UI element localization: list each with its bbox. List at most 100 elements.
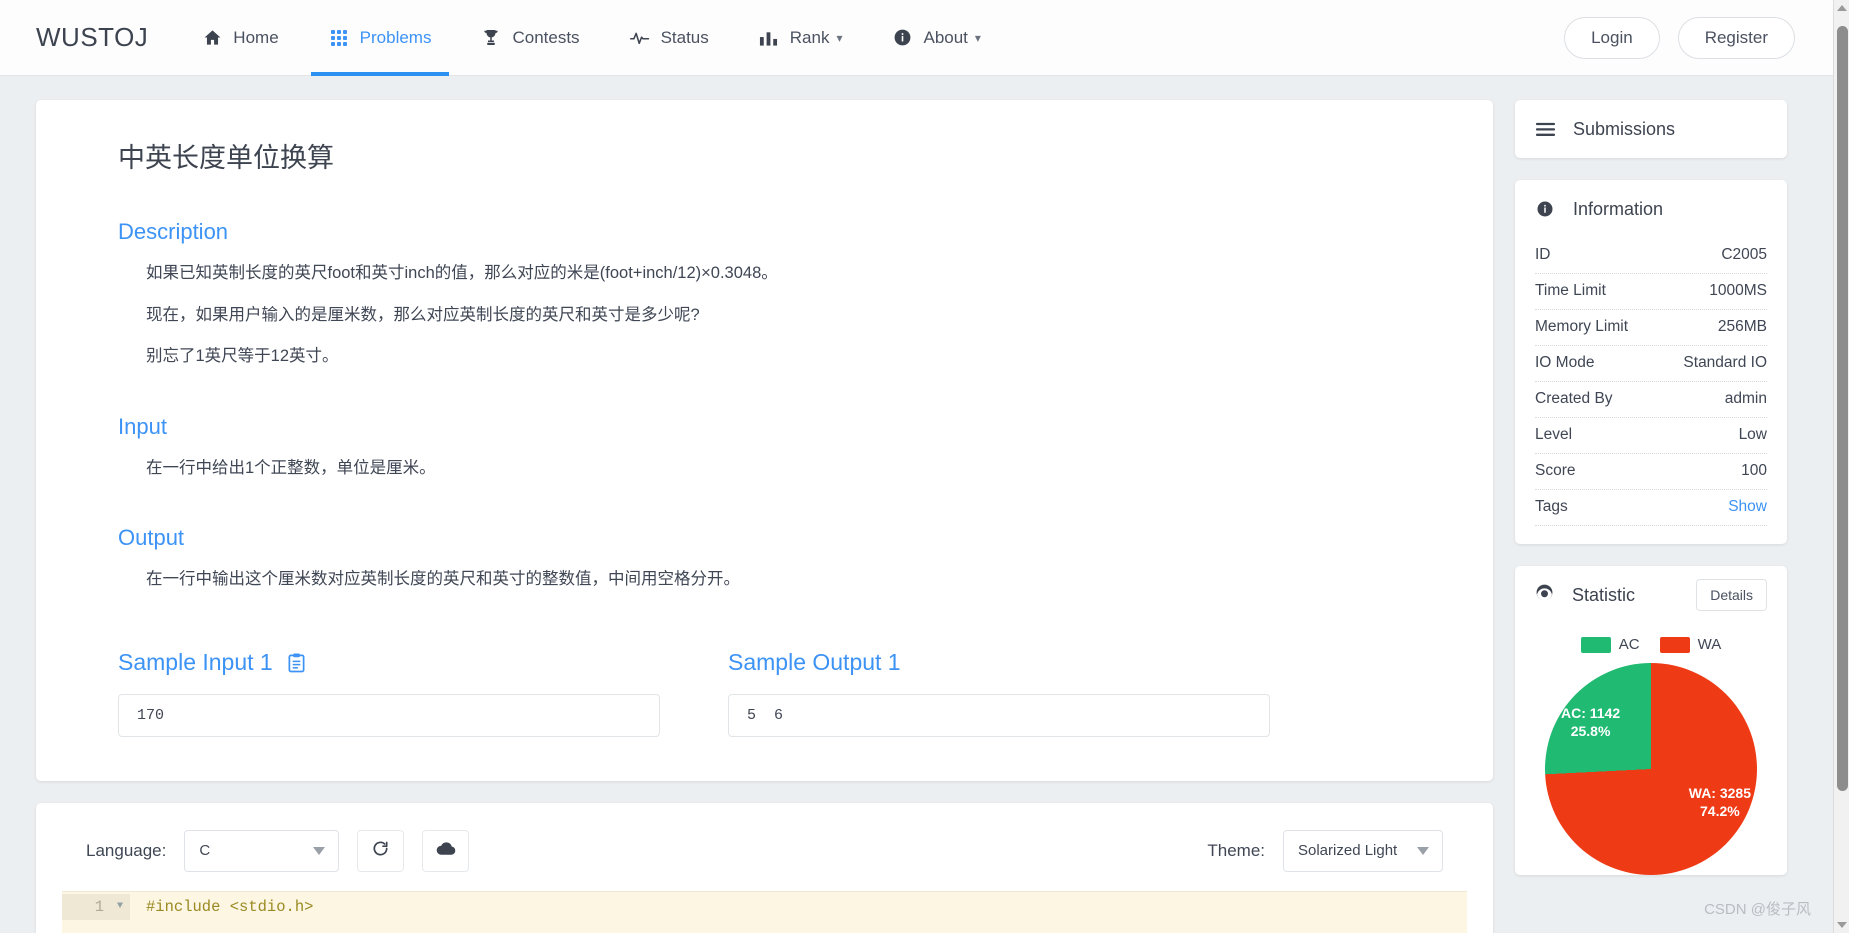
nav-item-problems[interactable]: Problems bbox=[310, 0, 450, 76]
nav-item-contests[interactable]: Contests bbox=[463, 0, 597, 76]
scrollbar-thumb[interactable] bbox=[1837, 26, 1848, 791]
theme-label: Theme: bbox=[1207, 840, 1265, 860]
auth-buttons: Login Register bbox=[1564, 16, 1795, 59]
info-row-level: Level Low bbox=[1535, 418, 1767, 454]
info-row-id: ID C2005 bbox=[1535, 238, 1767, 274]
info-value: Standard IO bbox=[1683, 354, 1767, 371]
chevron-down-icon bbox=[313, 846, 326, 855]
info-row-score: Score 100 bbox=[1535, 454, 1767, 490]
info-value: 256MB bbox=[1717, 318, 1767, 335]
submissions-label: Submissions bbox=[1573, 118, 1676, 139]
language-value: C bbox=[199, 842, 211, 860]
submissions-header[interactable]: Submissions bbox=[1535, 100, 1767, 158]
pulse-icon bbox=[629, 28, 650, 48]
nav-label: Rank bbox=[789, 27, 830, 47]
info-row-created-by: Created By admin bbox=[1535, 382, 1767, 418]
sample-output-value: 5 6 bbox=[728, 693, 1270, 737]
show-tags-link[interactable]: Show bbox=[1728, 498, 1767, 516]
description-paragraph: 现在，如果用户输入的是厘米数，那么对应英制长度的英尺和英寸是多少呢? bbox=[146, 305, 700, 324]
page-scrollbar[interactable] bbox=[1833, 0, 1849, 933]
nav-label: About bbox=[923, 27, 968, 47]
top-navbar: WUSTOJ Home Problems Contests Status Ran… bbox=[0, 0, 1833, 76]
reset-code-button[interactable] bbox=[357, 829, 405, 872]
submissions-card[interactable]: Submissions bbox=[1515, 100, 1787, 158]
chevron-down-icon: ▾ bbox=[974, 30, 981, 45]
sample-input-block: Sample Input 1 170 bbox=[84, 649, 660, 737]
description-paragraph: 如果已知英制长度的英尺foot和英寸inch的值，那么对应的米是(foot+in… bbox=[146, 264, 778, 282]
sample-output-block: Sample Output 1 5 6 bbox=[694, 649, 1270, 737]
chevron-down-icon bbox=[1417, 846, 1429, 855]
info-key: Time Limit bbox=[1535, 282, 1606, 299]
input-text: 在一行中给出1个正整数，单位是厘米。 bbox=[146, 458, 436, 477]
theme-select[interactable]: Solarized Light bbox=[1283, 829, 1443, 872]
pie-label-ac: AC: 1142 25.8% bbox=[1561, 705, 1620, 740]
info-key: Memory Limit bbox=[1535, 318, 1629, 335]
list-icon bbox=[1535, 119, 1555, 139]
page-root: WUSTOJ Home Problems Contests Status Ran… bbox=[0, 0, 1849, 933]
refresh-icon bbox=[372, 840, 389, 862]
info-key: Created By bbox=[1535, 390, 1613, 407]
login-button[interactable]: Login bbox=[1564, 16, 1660, 59]
sidebar: Submissions Information ID C2005 Time Li… bbox=[1515, 100, 1787, 897]
info-value: 1000MS bbox=[1709, 282, 1767, 299]
info-circle-icon bbox=[892, 28, 912, 48]
info-key: Score bbox=[1535, 462, 1576, 479]
chart-pie-icon bbox=[1535, 583, 1554, 607]
description-body: 如果已知英制长度的英尺foot和英寸inch的值，那么对应的米是(foot+in… bbox=[146, 261, 1445, 370]
description-heading: Description bbox=[118, 219, 229, 244]
nav-label: Home bbox=[233, 27, 279, 47]
csdn-watermark: CSDN @俊子风 bbox=[1704, 901, 1811, 918]
problem-title: 中英长度单位换算 bbox=[118, 143, 334, 173]
main-column: 中英长度单位换算 Description 如果已知英制长度的英尺foot和英寸i… bbox=[36, 100, 1493, 933]
legend-item-wa[interactable]: WA bbox=[1659, 636, 1721, 653]
nav-label: Problems bbox=[359, 27, 432, 47]
page-content: 中英长度单位换算 Description 如果已知英制长度的英尺foot和英寸i… bbox=[0, 76, 1833, 933]
clipboard-copy-icon[interactable] bbox=[287, 652, 306, 673]
language-label: Language: bbox=[86, 840, 167, 860]
nav-item-rank[interactable]: Rank ▾ bbox=[741, 0, 861, 76]
editor-toolbar: Language: C Theme: Solarized Light bbox=[62, 825, 1467, 877]
input-body: 在一行中给出1个正整数，单位是厘米。 bbox=[146, 456, 1445, 482]
scroll-up-arrow-icon[interactable] bbox=[1834, 0, 1849, 16]
site-logo[interactable]: WUSTOJ bbox=[36, 22, 148, 53]
register-button[interactable]: Register bbox=[1677, 16, 1795, 59]
information-header: Information bbox=[1535, 180, 1767, 238]
info-row-tags: Tags Show bbox=[1535, 490, 1767, 526]
details-button[interactable]: Details bbox=[1696, 579, 1767, 611]
statistic-pie-chart[interactable]: AC: 1142 25.8% WA: 3285 74.2% bbox=[1545, 663, 1757, 875]
legend-label-ac: AC bbox=[1618, 636, 1640, 653]
nav-label: Contests bbox=[512, 27, 580, 47]
nav-item-home[interactable]: Home bbox=[184, 0, 296, 76]
statistic-card: Statistic Details AC WA AC: 1142 25.8% W… bbox=[1515, 566, 1787, 875]
main-nav: Home Problems Contests Status Rank ▾ Abo… bbox=[184, 0, 1013, 76]
code-editor-card: Language: C Theme: Solarized Light 1 ▼ #… bbox=[36, 802, 1493, 933]
info-row-time-limit: Time Limit 1000MS bbox=[1535, 274, 1767, 310]
legend-swatch-wa bbox=[1659, 636, 1690, 653]
nav-item-about[interactable]: About ▾ bbox=[874, 0, 998, 76]
info-row-io-mode: IO Mode Standard IO bbox=[1535, 346, 1767, 382]
legend-item-ac[interactable]: AC bbox=[1580, 636, 1640, 653]
info-value: admin bbox=[1724, 390, 1767, 407]
scroll-down-arrow-icon[interactable] bbox=[1834, 917, 1849, 933]
output-text: 在一行中输出这个厘米数对应英制长度的英尺和英寸的整数值，中间用空格分开。 bbox=[146, 570, 740, 589]
pie-label-wa-percent: 74.2% bbox=[1700, 802, 1740, 819]
code-text: #include <stdio.h> bbox=[146, 898, 314, 917]
fold-toggle-icon[interactable]: ▼ bbox=[110, 894, 130, 921]
cloud-upload-icon bbox=[436, 841, 456, 861]
code-editor[interactable]: 1 ▼ #include <stdio.h> bbox=[62, 890, 1467, 933]
info-circle-icon bbox=[1535, 199, 1555, 219]
info-key: IO Mode bbox=[1535, 354, 1595, 371]
description-paragraph: 别忘了1英尺等于12英寸。 bbox=[146, 347, 339, 366]
sample-output-heading: Sample Output 1 bbox=[728, 648, 901, 675]
info-key: ID bbox=[1535, 246, 1551, 263]
sample-output-heading-row: Sample Output 1 bbox=[728, 649, 1270, 676]
nav-item-status[interactable]: Status bbox=[612, 0, 727, 76]
bar-chart-icon bbox=[759, 28, 779, 48]
input-heading: Input bbox=[118, 413, 167, 439]
pie-label-wa-count: WA: 3285 bbox=[1688, 785, 1751, 801]
information-card: Information ID C2005 Time Limit 1000MS M… bbox=[1515, 180, 1787, 544]
language-select[interactable]: C bbox=[184, 829, 340, 872]
submit-code-button[interactable] bbox=[422, 829, 470, 872]
pie-label-wa: WA: 3285 74.2% bbox=[1689, 785, 1751, 820]
sample-input-heading-row: Sample Input 1 bbox=[118, 649, 660, 676]
